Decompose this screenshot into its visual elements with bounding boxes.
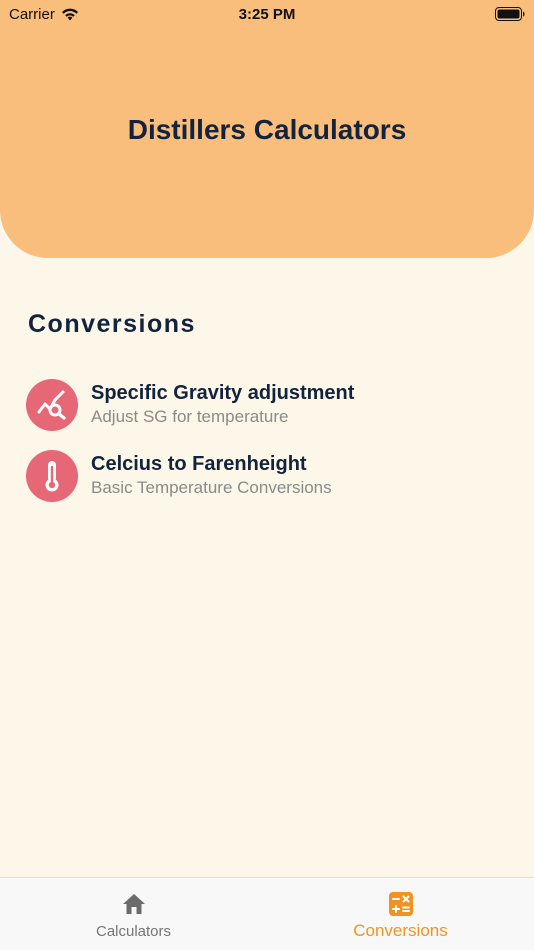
tab-label: Conversions [353, 921, 448, 940]
tab-bar: Calculators Conversions [0, 877, 534, 950]
tab-conversions[interactable]: Conversions [267, 878, 534, 950]
header: Distillers Calculators [0, 0, 534, 258]
item-subtitle: Basic Temperature Conversions [91, 478, 332, 497]
app-title: Distillers Calculators [127, 114, 407, 145]
item-subtitle: Adjust SG for temperature [91, 407, 289, 426]
thermometer-icon [26, 450, 78, 502]
status-time: 3:25 PM [238, 6, 296, 23]
item-title: Specific Gravity adjustment [91, 382, 355, 404]
home-icon [122, 894, 145, 914]
section-title: Conversions [28, 310, 196, 338]
calculator-icon [388, 892, 413, 916]
battery-icon [495, 7, 525, 21]
list-item-celcius-farenheight[interactable]: Celcius to Farenheight Basic Temperature… [26, 450, 506, 504]
tab-calculators[interactable]: Calculators [0, 878, 267, 950]
status-bar: Carrier 3:25 PM [0, 0, 534, 30]
tab-label: Calculators [95, 923, 172, 940]
chart-search-icon [26, 379, 78, 431]
list-item-specific-gravity[interactable]: Specific Gravity adjustment Adjust SG fo… [26, 379, 506, 433]
item-title: Celcius to Farenheight [91, 453, 307, 475]
